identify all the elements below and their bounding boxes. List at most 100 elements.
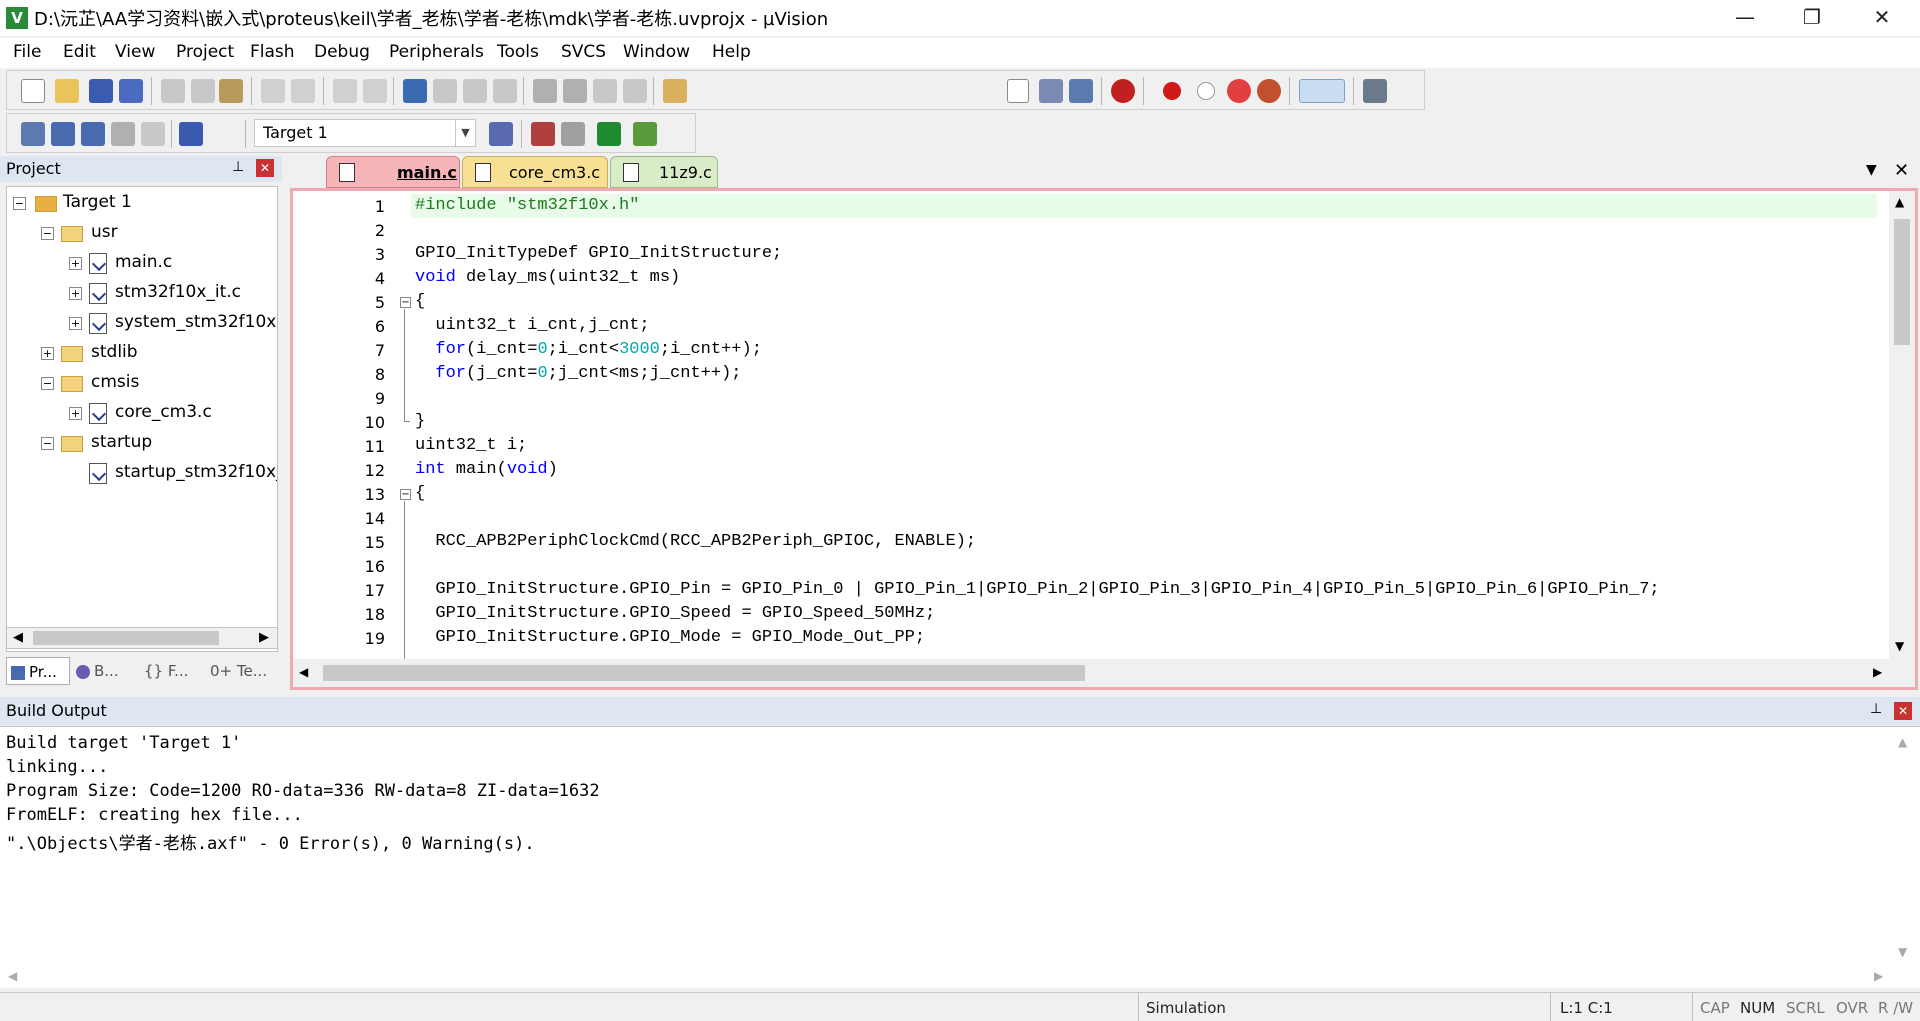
expand-icon[interactable]: + [69,257,82,270]
scrollbar-thumb[interactable] [1894,219,1910,345]
pin-icon[interactable]: ⊥ [232,159,244,175]
incremental-find-icon[interactable] [1039,79,1063,103]
tab-core-cm3-c[interactable]: core_cm3.c [462,156,608,188]
expand-icon[interactable]: + [69,287,82,300]
fold-collapse-icon[interactable]: − [400,489,411,500]
expand-icon[interactable]: + [69,407,82,420]
expand-icon[interactable]: + [69,317,82,330]
scroll-right-icon[interactable]: ▶ [1873,665,1882,679]
scroll-left-icon[interactable]: ◀ [299,665,308,679]
indent-icon[interactable] [533,79,557,103]
collapse-icon[interactable]: − [41,377,54,390]
scrollbar-thumb[interactable] [33,631,219,645]
find-dropdown-icon[interactable] [1007,79,1029,103]
menu-window[interactable]: Window [623,42,690,62]
menu-help[interactable]: Help [712,42,751,62]
configure-icon[interactable] [1363,79,1387,103]
next-bookmark-icon[interactable] [463,79,487,103]
comment-icon[interactable] [593,79,617,103]
paste-icon[interactable] [219,79,243,103]
code-editor[interactable]: 1 2 3 4 5 6 7 8 9 10 11 12 13 14 15 16 1… [290,188,1918,690]
save-all-icon[interactable] [119,79,143,103]
target-options-icon[interactable] [489,122,513,146]
close-icon[interactable]: ✕ [256,159,274,177]
collapse-icon[interactable]: − [41,437,54,450]
tab-templates[interactable]: 0+ Te... [210,657,276,685]
prev-bookmark-icon[interactable] [433,79,457,103]
chevron-down-icon[interactable]: ▼ [455,120,475,146]
unindent-icon[interactable] [563,79,587,103]
nav-forward-icon[interactable] [363,79,387,103]
build-icon[interactable] [51,122,75,146]
tab-project[interactable]: Pr... [6,657,70,685]
open-file-icon[interactable] [55,79,79,103]
batch-build-icon[interactable] [111,122,135,146]
fold-collapse-icon[interactable]: − [400,297,411,308]
clear-bookmarks-icon[interactable] [493,79,517,103]
scroll-right-icon[interactable]: ▶ [259,630,269,645]
save-icon[interactable] [89,79,113,103]
uncomment-icon[interactable] [623,79,647,103]
menu-view[interactable]: View [115,42,155,62]
breakpoint-icon[interactable] [1163,82,1181,100]
project-horizontal-scrollbar[interactable]: ◀ ▶ [6,627,278,649]
rebuild-icon[interactable] [81,122,105,146]
nav-back-icon[interactable] [333,79,357,103]
tab-main-c[interactable]: main.c [326,156,460,188]
disable-all-breakpoints-icon[interactable] [1227,79,1251,103]
collapse-icon[interactable]: − [41,227,54,240]
restore-button[interactable]: ❐ [1782,0,1842,34]
download-icon[interactable] [179,122,203,146]
tab-functions[interactable]: {} F... [144,657,208,685]
expand-icon[interactable]: + [41,347,54,360]
configure-file-extensions-icon[interactable] [1069,79,1093,103]
collapse-icon[interactable]: − [13,197,26,210]
target-select[interactable]: Target 1 ▼ [254,119,476,147]
select-packs-icon[interactable] [561,122,585,146]
scroll-right-icon[interactable]: ▶ [1874,969,1883,983]
kill-breakpoints-icon[interactable] [1257,79,1281,103]
undo-icon[interactable] [261,79,285,103]
scroll-left-icon[interactable]: ◀ [8,969,17,983]
editor-vertical-scrollbar[interactable]: ▲ ▼ [1889,191,1915,659]
close-button[interactable]: ✕ [1852,0,1912,34]
disable-breakpoint-icon[interactable] [1197,82,1215,100]
translate-icon[interactable] [21,122,45,146]
stop-build-icon[interactable] [141,122,165,146]
scroll-left-icon[interactable]: ◀ [13,630,23,645]
menu-svcs[interactable]: SVCS [561,42,606,62]
pack-installer-icon[interactable] [633,122,657,146]
tab-list-dropdown-icon[interactable]: ▼ [1866,162,1877,178]
scroll-down-icon[interactable]: ▼ [1895,639,1904,653]
new-file-icon[interactable] [21,79,45,103]
menu-file[interactable]: File [13,42,41,62]
scrollbar-thumb[interactable] [323,665,1085,681]
scroll-down-icon[interactable]: ▼ [1898,945,1907,959]
tab-11z9-c[interactable]: 11z9.c [610,156,718,188]
menu-flash[interactable]: Flash [250,42,295,62]
manage-project-items-icon[interactable] [531,122,555,146]
menu-peripherals[interactable]: Peripherals [389,42,484,62]
cut-icon[interactable] [161,79,185,103]
close-icon[interactable]: ✕ [1894,702,1912,720]
manage-rte-icon[interactable] [597,122,621,146]
scroll-up-icon[interactable]: ▲ [1898,735,1907,749]
menu-debug[interactable]: Debug [314,42,370,62]
menu-tools[interactable]: Tools [497,42,539,62]
code-area[interactable]: #include "stm32f10x.h" GPIO_InitTypeDef … [411,191,1875,659]
scroll-up-icon[interactable]: ▲ [1895,195,1904,209]
menu-project[interactable]: Project [176,42,234,62]
redo-icon[interactable] [291,79,315,103]
minimize-button[interactable]: — [1715,0,1775,34]
pin-icon[interactable]: ⊥ [1870,701,1882,717]
build-output-panel[interactable]: Build target 'Target 1' linking... Progr… [0,726,1920,988]
tab-books[interactable]: B... [72,657,136,685]
copy-icon[interactable] [191,79,215,103]
bookmark-icon[interactable] [403,79,427,103]
debug-session-icon[interactable] [1111,79,1135,103]
find-in-files-icon[interactable] [663,79,687,103]
close-editor-icon[interactable]: ✕ [1894,160,1909,181]
menu-edit[interactable]: Edit [63,42,96,62]
editor-horizontal-scrollbar[interactable]: ◀ ▶ [293,659,1915,687]
window-layout-icon[interactable] [1299,79,1345,103]
